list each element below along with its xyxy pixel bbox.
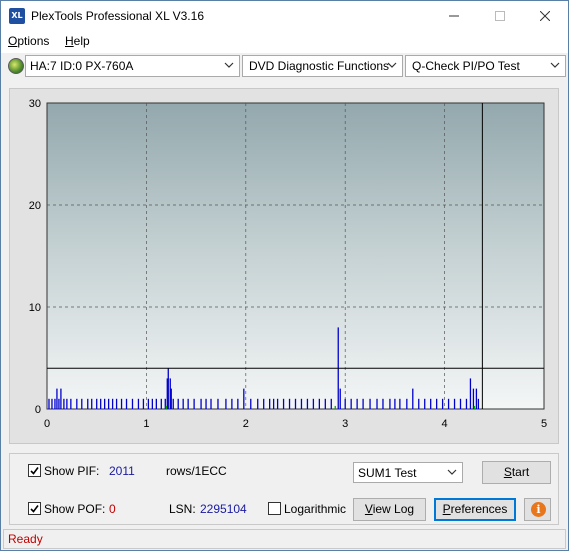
view-log-button[interactable]: View Log: [353, 498, 426, 521]
sum-test-value: SUM1 Test: [358, 466, 417, 480]
preferences-label: references: [450, 502, 508, 516]
y-tick-label: 20: [29, 200, 41, 212]
menu-help-label: elp: [73, 34, 90, 48]
preferences-mnemonic: P: [442, 502, 451, 516]
test-select[interactable]: Q-Check PI/PO Test: [405, 55, 566, 77]
status-text: Ready: [8, 532, 43, 546]
x-tick-label: 4: [442, 418, 448, 430]
status-bar: Ready: [3, 529, 566, 549]
info-button[interactable]: i: [524, 498, 551, 521]
controls-panel: Show PIF: 2011 rows/1ECC SUM1 Test Start…: [9, 453, 559, 525]
rows-label: rows/1ECC: [166, 464, 227, 478]
drive-select[interactable]: HA:7 ID:0 PX-760A: [25, 55, 240, 77]
preferences-button[interactable]: Preferences: [434, 498, 516, 521]
minimize-icon: [449, 15, 459, 17]
close-icon: [540, 11, 550, 21]
info-icon: i: [531, 502, 546, 517]
minimize-button[interactable]: [431, 1, 477, 31]
x-tick-label: 1: [143, 418, 149, 430]
menu-options[interactable]: Options: [8, 34, 49, 48]
menu-bar: Options Help: [1, 31, 568, 53]
drive-select-value: HA:7 ID:0 PX-760A: [30, 59, 134, 73]
maximize-icon: [495, 11, 505, 21]
lsn-value: 2295104: [200, 502, 247, 516]
drive-disc-icon: [8, 58, 24, 74]
show-pof-checkbox[interactable]: [28, 502, 41, 515]
start-button[interactable]: Start: [482, 461, 551, 484]
close-button[interactable]: [522, 1, 568, 31]
chevron-down-icon: [447, 469, 457, 475]
x-tick-label: 5: [541, 418, 547, 430]
function-select-value: DVD Diagnostic Functions: [249, 59, 390, 73]
start-mnemonic: S: [503, 465, 512, 479]
sum-test-select[interactable]: SUM1 Test: [353, 462, 463, 483]
function-select[interactable]: DVD Diagnostic Functions: [242, 55, 403, 77]
x-tick-label: 3: [342, 418, 348, 430]
logarithmic-label: Logarithmic: [284, 502, 347, 516]
show-pif-checkbox[interactable]: [28, 464, 41, 477]
checkmark-icon: [30, 505, 39, 513]
maximize-button[interactable]: [477, 1, 523, 31]
menu-help[interactable]: Help: [65, 34, 90, 48]
view-log-mnemonic: V: [364, 502, 373, 516]
window-title: PlexTools Professional XL V3.16: [31, 9, 204, 23]
x-tick-label: 0: [44, 418, 50, 430]
y-tick-label: 10: [29, 302, 41, 314]
pi-po-chart: 0 1 2 3 4 5 0 10 20 30: [29, 98, 547, 430]
plot-area: [46, 102, 545, 410]
pif-value: 2011: [109, 464, 135, 478]
x-tick-label: 2: [243, 418, 249, 430]
app-window: XL PlexTools Professional XL V3.16 Optio…: [0, 0, 569, 551]
pof-value: 0: [109, 502, 116, 516]
title-bar: XL PlexTools Professional XL V3.16: [1, 1, 568, 31]
logarithmic-checkbox[interactable]: [268, 502, 281, 515]
app-logo-icon: XL: [9, 8, 25, 24]
checkmark-icon: [30, 467, 39, 475]
chart-panel: 0 1 2 3 4 5 0 10 20 30: [9, 88, 559, 444]
show-pof-label: Show POF:: [44, 502, 106, 516]
menu-options-label: ptions: [17, 34, 50, 48]
test-select-value: Q-Check PI/PO Test: [412, 59, 520, 73]
toolbar: HA:7 ID:0 PX-760A DVD Diagnostic Functio…: [1, 53, 568, 81]
chevron-down-icon: [550, 62, 560, 68]
chevron-down-icon: [224, 62, 234, 68]
start-label: tart: [511, 465, 530, 479]
lsn-label: LSN:: [169, 502, 196, 516]
show-pif-label: Show PIF:: [44, 464, 100, 478]
y-tick-label: 30: [29, 98, 41, 110]
chevron-down-icon: [387, 62, 397, 68]
menu-options-mnemonic: O: [8, 34, 18, 48]
y-tick-label: 0: [35, 404, 41, 416]
menu-help-mnemonic: H: [65, 34, 74, 48]
view-log-label: iew Log: [372, 502, 415, 516]
